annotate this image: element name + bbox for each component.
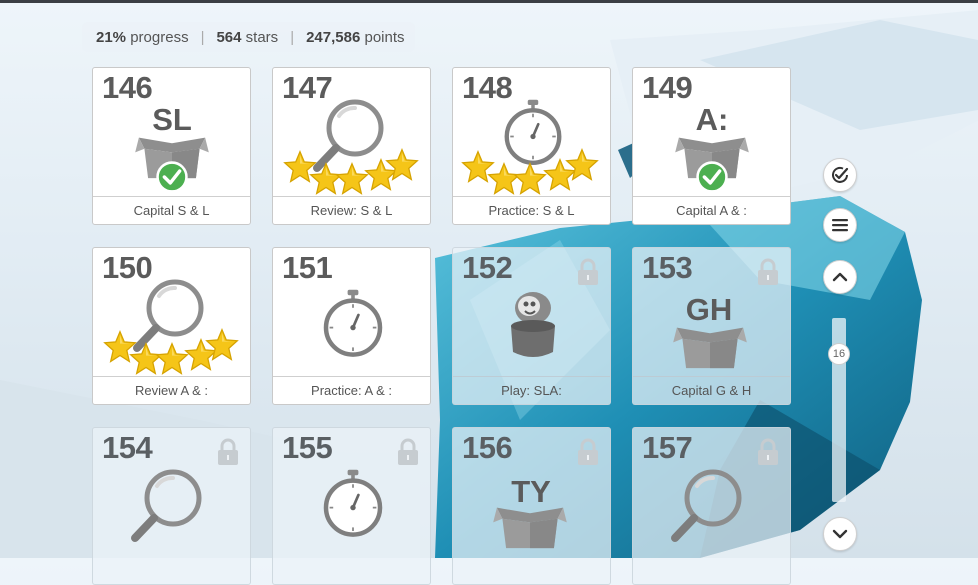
menu-button[interactable] <box>823 208 857 242</box>
lesson-card-156[interactable]: 156 TY <box>452 427 611 585</box>
check-progress-button[interactable] <box>823 158 857 192</box>
divider: | <box>200 28 205 46</box>
lesson-caption: Review: S & L <box>273 196 430 224</box>
lesson-card-147[interactable]: 147 Review: S & L <box>272 67 431 225</box>
stars-value: 564 <box>216 28 242 46</box>
lesson-card-148[interactable]: 148 Practice: S & L <box>452 67 611 225</box>
magnifier-icon <box>93 428 251 585</box>
lesson-card-146[interactable]: 146 SL Capital S & L <box>92 67 251 225</box>
lesson-card-151[interactable]: 151 Practice: A & : <box>272 247 431 405</box>
lesson-card-152[interactable]: 152 Play: SLA: <box>452 247 611 405</box>
check-circle-icon <box>832 166 849 183</box>
box-letters: TY <box>511 474 551 509</box>
box-letters-icon: TY <box>493 474 567 549</box>
lesson-card-150[interactable]: 150 Review A & : <box>92 247 251 405</box>
lesson-caption: Capital S & L <box>93 196 250 224</box>
stars-label: stars <box>245 28 279 46</box>
stopwatch-icon <box>273 428 431 585</box>
scroll-down-button[interactable] <box>823 517 857 551</box>
lesson-caption: Practice: A & : <box>273 376 430 404</box>
progress-label: progress <box>130 28 189 46</box>
lesson-caption: Review A & : <box>93 376 250 404</box>
lesson-card-155[interactable]: 155 <box>272 427 431 585</box>
box-letters: SL <box>152 102 192 137</box>
box-letters: GH <box>686 292 733 327</box>
points-label: points <box>364 28 405 46</box>
stats-bar: 21% progress | 564 stars | 247,586 point… <box>82 22 415 52</box>
lesson-card-153[interactable]: 153 GH Capital G & H <box>632 247 791 405</box>
magnifier-icon <box>633 428 791 585</box>
scroll-up-button[interactable] <box>823 260 857 294</box>
chevron-up-icon <box>832 272 848 282</box>
divider: | <box>290 28 295 46</box>
lesson-card-154[interactable]: 154 <box>92 427 251 585</box>
lesson-caption: Capital A & : <box>633 196 790 224</box>
chevron-down-icon <box>832 529 848 539</box>
scroll-thumb[interactable]: 16 <box>828 343 850 365</box>
lesson-card-149[interactable]: 149 A: Capital A & : <box>632 67 791 225</box>
progress-value: 21% <box>96 28 127 46</box>
top-border <box>0 0 978 3</box>
lesson-caption: Play: SLA: <box>453 376 610 404</box>
lesson-caption: Practice: S & L <box>453 196 610 224</box>
points-value: 247,586 <box>306 28 361 46</box>
lesson-caption: Capital G & H <box>633 376 790 404</box>
box-letters: A: <box>696 102 729 137</box>
menu-icon <box>832 219 848 232</box>
lesson-card-157[interactable]: 157 <box>632 427 791 585</box>
